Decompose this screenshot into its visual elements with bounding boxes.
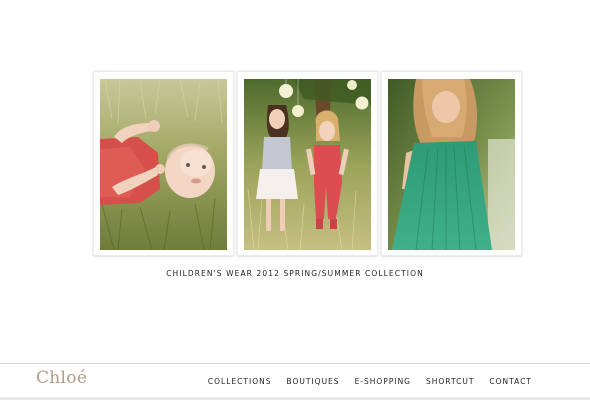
collection-caption: CHILDREN'S WEAR 2012 SPRING/SUMMER COLLE… [166, 269, 424, 278]
baby-in-red-lying-in-grass-photo [100, 79, 227, 250]
photo-card-baby[interactable] [93, 71, 234, 256]
footer-nav: COLLECTIONS BOUTIQUES E-SHOPPING SHORTCU… [208, 377, 532, 386]
footer-divider [0, 363, 590, 364]
girl-in-green-dress-photo [388, 79, 515, 250]
nav-collections-link[interactable]: COLLECTIONS [208, 377, 272, 386]
nav-e-shopping-link[interactable]: E-SHOPPING [355, 377, 411, 386]
two-girls-in-meadow-with-lanterns-photo [244, 79, 371, 250]
brand-logo[interactable]: Chloé [36, 368, 87, 388]
nav-contact-link[interactable]: CONTACT [489, 377, 532, 386]
photo-card-two-girls[interactable] [237, 71, 378, 256]
photo-card-green-dress[interactable] [381, 71, 522, 256]
nav-shortcut-link[interactable]: SHORTCUT [426, 377, 474, 386]
nav-boutiques-link[interactable]: BOUTIQUES [286, 377, 339, 386]
